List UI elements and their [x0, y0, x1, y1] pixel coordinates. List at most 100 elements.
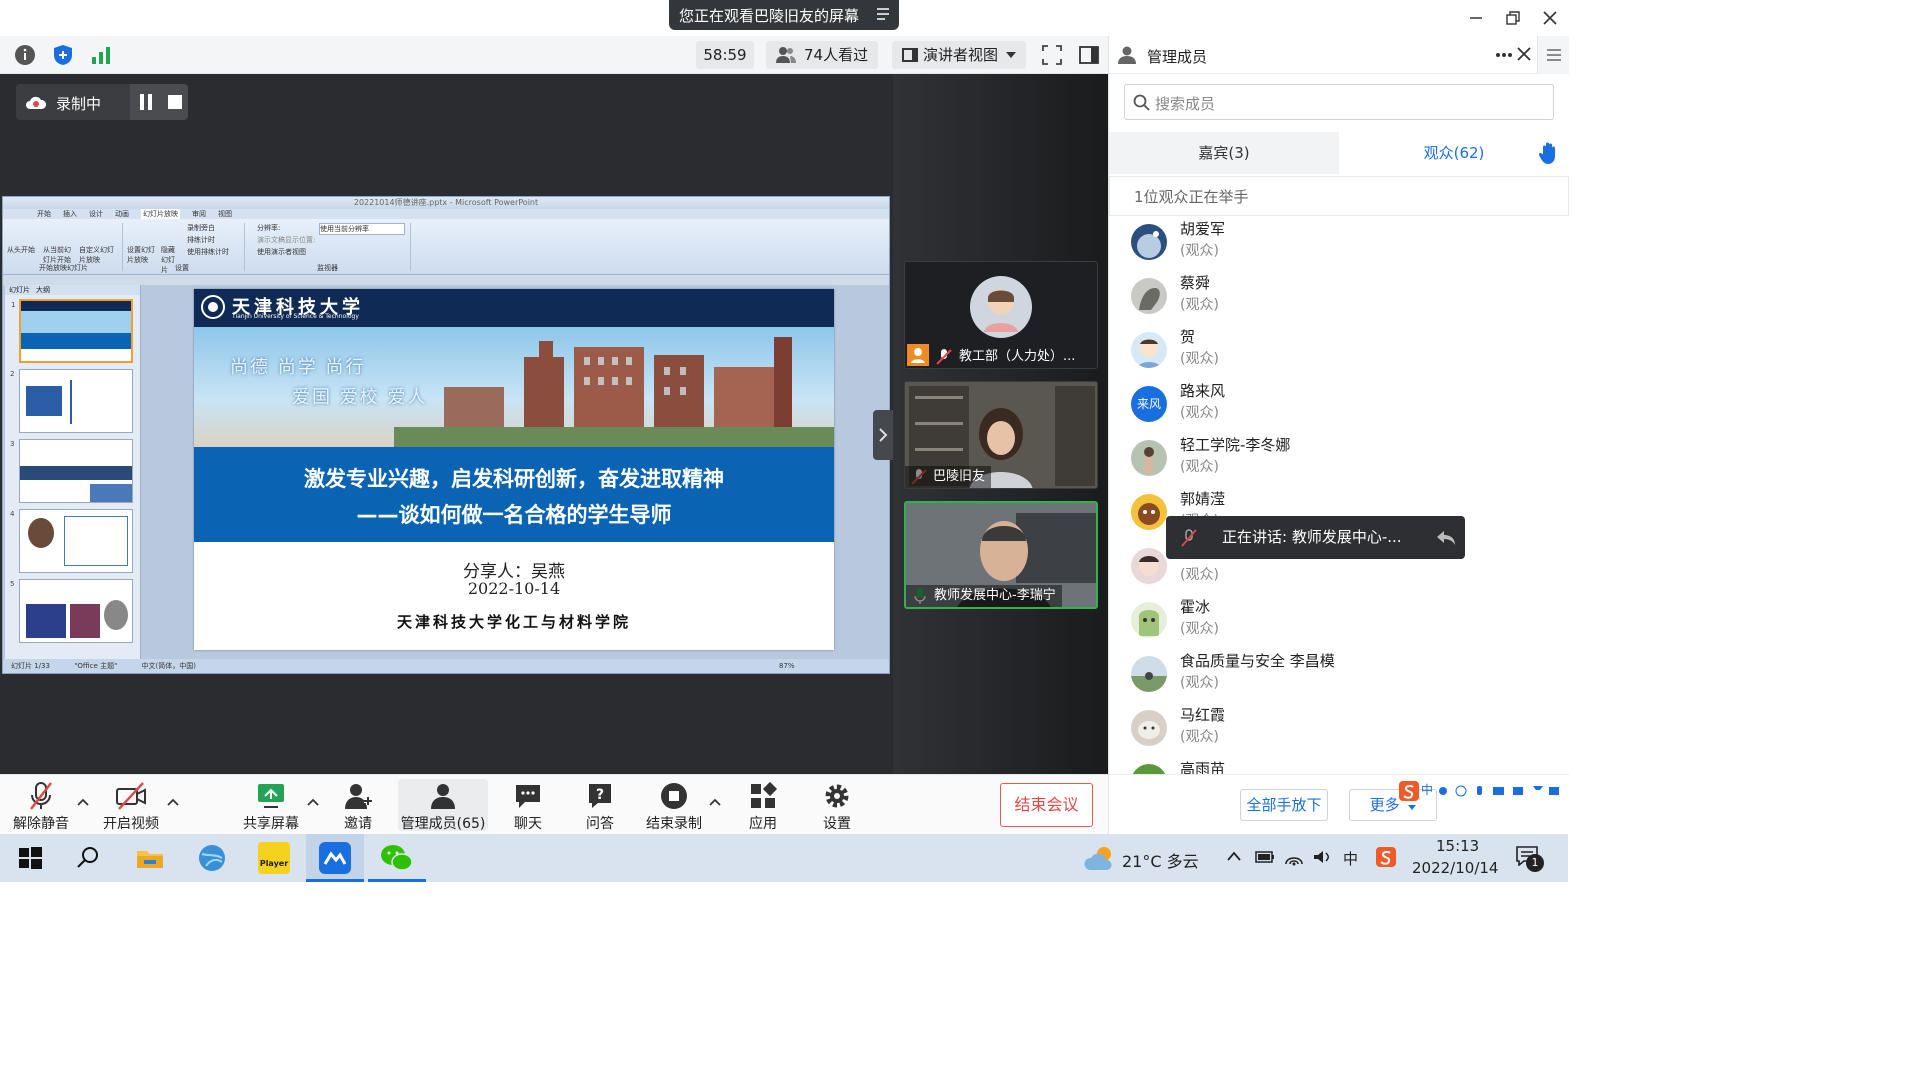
ppt-ribbon-item: 使用当前分辨率 [319, 223, 405, 235]
members-panel: 管理成员 搜索成员 嘉宾(3) 观众(62) 1位观众正在举手 胡爱军 (观众)… [1108, 36, 1569, 834]
minimize-icon[interactable] [1466, 8, 1486, 28]
sharing-indicator[interactable]: 您正在观看巴陵旧友的屏幕 [669, 0, 899, 30]
stop-record-icon [661, 783, 687, 809]
shield-icon[interactable] [52, 44, 74, 66]
windows-start-icon[interactable] [14, 842, 46, 874]
close-icon[interactable] [1540, 8, 1560, 28]
chevron-up-icon[interactable] [708, 795, 722, 809]
stop-recording-button[interactable] [162, 84, 188, 120]
list-item[interactable]: 马红霞 (观众) [1109, 704, 1569, 758]
ppt-ribbon-item: 使用排练计时 [187, 248, 229, 256]
video-tile-active-speaker[interactable]: 教师发展中心-李瑞宁 [904, 501, 1098, 609]
fullscreen-icon[interactable] [1041, 44, 1063, 66]
player-app-icon[interactable]: Player [258, 842, 290, 874]
raised-hand-icon[interactable] [1539, 142, 1557, 164]
settings-button[interactable]: 设置 [810, 779, 864, 832]
clock-time[interactable]: 15:13 [1436, 837, 1479, 855]
chevron-up-icon[interactable] [76, 795, 90, 809]
avatar [1131, 440, 1167, 476]
ime-toolbar[interactable]: 中 [1399, 781, 1567, 801]
view-mode-dropdown[interactable]: 演讲者视图 [892, 41, 1026, 69]
qa-button[interactable]: ? 问答 [572, 779, 628, 832]
browser-icon[interactable] [196, 842, 228, 874]
ppt-panel-tab: 大纲 [36, 286, 50, 294]
mic-muted-icon [30, 782, 52, 810]
pause-recording-button[interactable] [130, 84, 162, 120]
ppt-tab: 开始 [37, 210, 51, 218]
unmute-button[interactable]: 解除静音 [10, 779, 72, 832]
player-app-label: Player [259, 859, 289, 868]
sogou-icon[interactable] [1376, 847, 1396, 867]
video-tile[interactable]: 教工部（人力处）... [904, 261, 1098, 369]
list-item[interactable]: 蔡舜 (观众) [1109, 272, 1569, 326]
tab-audience[interactable]: 观众(62) [1339, 132, 1569, 174]
restore-icon[interactable] [1503, 8, 1523, 28]
members-panel-title: 管理成员 [1147, 48, 1208, 66]
notification-center[interactable]: 1 [1516, 846, 1546, 872]
apps-button[interactable]: 应用 [736, 779, 790, 832]
share-screen-icon [258, 784, 284, 808]
end-meeting-button[interactable]: 结束会议 [1000, 783, 1093, 827]
panel-menu-button[interactable] [1537, 36, 1569, 74]
ppt-ribbon-item: 演示文稿显示位置: [257, 236, 316, 244]
slide-title: 激发专业兴趣，启发科研创新，奋发进取精神 [304, 467, 724, 491]
volume-icon[interactable] [1312, 848, 1332, 866]
list-item[interactable]: 轻工学院-李冬娜 (观众) [1109, 434, 1569, 488]
tab-guests[interactable]: 嘉宾(3) [1109, 132, 1339, 174]
signal-icon[interactable] [90, 44, 112, 66]
list-item[interactable]: 高雨苗 [1109, 758, 1569, 774]
file-explorer-icon[interactable] [134, 842, 166, 874]
menu-icon[interactable] [875, 6, 891, 22]
member-role: (观众) [1180, 729, 1219, 745]
wifi-icon[interactable] [1284, 848, 1304, 866]
invite-label: 邀请 [344, 816, 372, 832]
manage-members-button[interactable]: 管理成员(65) [398, 779, 488, 832]
ppt-ribbon-item: 分辨率: [257, 224, 281, 232]
list-item[interactable]: 霍冰 (观众) [1109, 596, 1569, 650]
member-search-input[interactable]: 搜索成员 [1124, 84, 1554, 120]
info-icon[interactable] [14, 44, 36, 66]
meeting-app-taskbar-button[interactable] [306, 834, 364, 882]
side-panel-icon[interactable] [1078, 44, 1100, 66]
chevron-up-icon[interactable] [306, 795, 320, 809]
chat-button[interactable]: 聊天 [500, 779, 556, 832]
viewer-count-label: 74人看过 [804, 46, 869, 64]
slide-motto: 尚德 尚学 尚行 [230, 357, 366, 378]
lower-all-hands-button[interactable]: 全部手放下 [1240, 789, 1328, 821]
clock-date[interactable]: 2022/10/14 [1412, 859, 1498, 877]
shared-screen-stage: 录制中 20221014师德讲座.pptx - Microsoft PowerP… [0, 74, 893, 774]
campus-photo: 尚德 尚学 尚行 爱国 爱校 爱人 [194, 327, 834, 447]
battery-icon[interactable] [1255, 848, 1275, 866]
input-language[interactable]: 中 [1343, 848, 1358, 869]
reply-icon[interactable] [1436, 530, 1456, 546]
mic-muted-icon [936, 349, 952, 365]
collapse-gallery-button[interactable] [873, 410, 893, 460]
video-tile[interactable]: 巴陵旧友 [904, 381, 1098, 489]
more-icon[interactable] [1495, 52, 1513, 58]
end-recording-button[interactable]: 结束录制 [640, 779, 708, 832]
avatar [1131, 656, 1167, 692]
ppt-ribbon-item: 使用演示者视图 [257, 248, 306, 256]
ppt-panel-tabs: 幻灯片 大纲 [5, 285, 140, 295]
viewer-count[interactable]: 74人看过 [766, 41, 878, 69]
chevron-up-icon[interactable] [166, 795, 180, 809]
camera-off-icon [116, 782, 146, 810]
chevron-up-icon[interactable] [1226, 850, 1242, 862]
avatar [1131, 548, 1167, 584]
share-screen-button[interactable]: 共享屏幕 [240, 779, 302, 832]
search-icon[interactable] [72, 842, 104, 874]
cloud-icon [26, 96, 47, 109]
list-item[interactable]: 食品质量与安全 李昌模 (观众) [1109, 650, 1569, 704]
wechat-taskbar-button[interactable] [368, 834, 426, 882]
invite-button[interactable]: 邀请 [330, 779, 386, 832]
list-item[interactable]: 来风 路来风 (观众) [1109, 380, 1569, 434]
start-video-button[interactable]: 开启视频 [100, 779, 162, 832]
member-name: 霍冰 [1180, 598, 1211, 616]
ppt-group-start: 从头开始 从当前幻灯片开始 自定义幻灯片放映 开始放映幻灯片 [3, 223, 123, 272]
ppt-group-label: 开始放映幻灯片 [39, 264, 88, 272]
list-item[interactable]: 贺 (观众) [1109, 326, 1569, 380]
weather-text[interactable]: 21°C 多云 [1122, 848, 1199, 872]
raised-hand-notice[interactable]: 1位观众正在举手 [1109, 176, 1569, 216]
close-icon[interactable] [1517, 47, 1531, 61]
list-item[interactable]: 胡爱军 (观众) [1109, 218, 1569, 272]
